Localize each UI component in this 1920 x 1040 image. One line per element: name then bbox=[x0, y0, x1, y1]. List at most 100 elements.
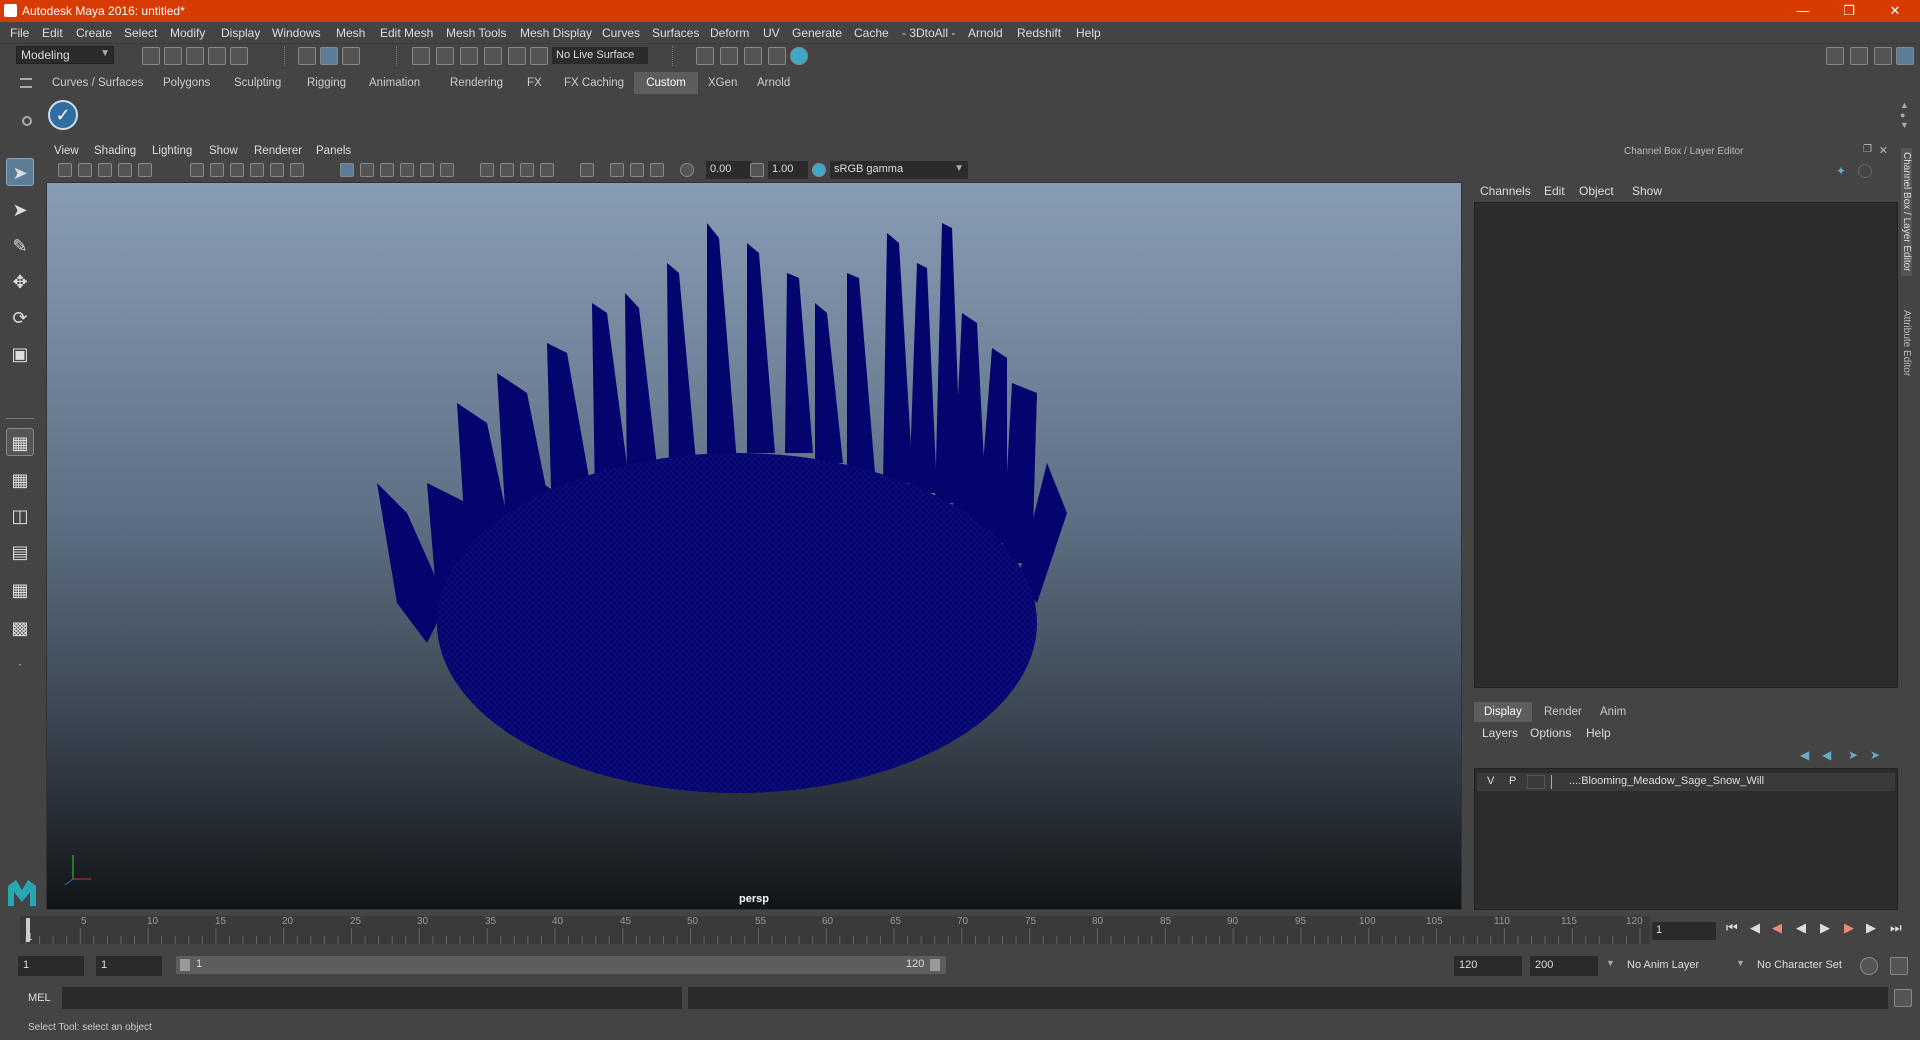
vp-menu-lighting[interactable]: Lighting bbox=[152, 145, 192, 157]
menu-edit-mesh[interactable]: Edit Mesh bbox=[380, 26, 433, 40]
image-plane-icon[interactable] bbox=[98, 163, 112, 177]
save-scene-icon[interactable] bbox=[186, 47, 204, 65]
layer-name[interactable]: ...:Blooming_Meadow_Sage_Snow_Will bbox=[1569, 775, 1764, 787]
layer-display-type[interactable] bbox=[1527, 775, 1545, 789]
tab-rigging[interactable]: Rigging bbox=[299, 72, 354, 94]
open-scene-icon[interactable] bbox=[164, 47, 182, 65]
menu-curves[interactable]: Curves bbox=[602, 26, 640, 40]
tab-curves-surfaces[interactable]: Curves / Surfaces bbox=[44, 72, 151, 94]
tab-animation[interactable]: Animation bbox=[361, 72, 428, 94]
camera-bookmark-icon[interactable] bbox=[78, 163, 92, 177]
range-slider[interactable]: 1 120 bbox=[176, 956, 946, 974]
step-forward-frame-icon[interactable]: ▶ bbox=[1844, 920, 1854, 936]
tab-polygons[interactable]: Polygons bbox=[155, 72, 218, 94]
two-view-icon[interactable]: ◫ bbox=[6, 502, 34, 530]
hypershade-icon[interactable] bbox=[790, 47, 808, 65]
gamma-field[interactable]: 1.00 bbox=[768, 161, 808, 179]
playback-start-field[interactable]: 1 bbox=[96, 956, 162, 976]
ipr-render-icon[interactable] bbox=[744, 47, 762, 65]
menu-generate[interactable]: Generate bbox=[792, 26, 842, 40]
exposure-field[interactable]: 0.00 bbox=[706, 161, 752, 179]
field-chart-icon[interactable] bbox=[270, 163, 284, 177]
cb-menu-channels[interactable]: Channels bbox=[1480, 184, 1531, 198]
view-transform-icon[interactable] bbox=[812, 163, 826, 177]
tab-xgen[interactable]: XGen bbox=[700, 72, 745, 94]
playback-end-field[interactable]: 120 bbox=[1454, 956, 1522, 976]
chevron-down-icon[interactable]: ▼ bbox=[1736, 958, 1745, 968]
xray-active-icon[interactable] bbox=[630, 163, 644, 177]
undo-icon[interactable] bbox=[208, 47, 226, 65]
command-language-label[interactable]: MEL bbox=[28, 992, 51, 1004]
modeling-toolkit-icon[interactable] bbox=[1826, 47, 1844, 65]
xray-icon[interactable] bbox=[610, 163, 624, 177]
snap-view-plane-icon[interactable] bbox=[484, 47, 502, 65]
select-by-object-icon[interactable] bbox=[320, 47, 338, 65]
redo-icon[interactable] bbox=[230, 47, 248, 65]
select-by-component-icon[interactable] bbox=[342, 47, 360, 65]
restore-icon[interactable]: ❐ bbox=[1826, 0, 1872, 22]
menu-file[interactable]: File bbox=[10, 26, 29, 40]
cb-menu-object[interactable]: Object bbox=[1579, 184, 1614, 198]
shelf-menu-icon[interactable] bbox=[20, 78, 32, 88]
lasso-tool-icon[interactable]: ➤ bbox=[6, 196, 34, 224]
menu-cache[interactable]: Cache bbox=[854, 26, 889, 40]
checkmark-icon[interactable]: ✓ bbox=[48, 100, 78, 130]
layer-row[interactable]: V P ...:Blooming_Meadow_Sage_Snow_Will bbox=[1477, 773, 1895, 791]
range-end-handle[interactable] bbox=[930, 959, 940, 971]
more-layouts-icon[interactable]: · bbox=[6, 650, 34, 678]
single-view-icon[interactable]: ▦ bbox=[6, 428, 34, 456]
side-tab-attribute-editor[interactable]: Attribute Editor bbox=[1901, 310, 1912, 376]
vp-menu-renderer[interactable]: Renderer bbox=[254, 145, 302, 157]
persp-outliner-icon[interactable]: ▤ bbox=[6, 538, 34, 566]
menu-redshift[interactable]: Redshift bbox=[1017, 26, 1061, 40]
xray-joints-icon[interactable] bbox=[650, 163, 664, 177]
menu-display[interactable]: Display bbox=[221, 26, 260, 40]
menu-mesh[interactable]: Mesh bbox=[336, 26, 365, 40]
2d-pan-zoom-icon[interactable] bbox=[118, 163, 132, 177]
exposure-icon[interactable] bbox=[680, 163, 694, 177]
menu-select[interactable]: Select bbox=[124, 26, 157, 40]
script-editor-icon[interactable] bbox=[1894, 989, 1912, 1007]
use-default-material-icon[interactable] bbox=[380, 163, 394, 177]
plant-wireframe-model[interactable] bbox=[47, 183, 1462, 910]
pin-icon[interactable]: ✦ bbox=[1836, 164, 1850, 178]
vp-menu-view[interactable]: View bbox=[54, 145, 79, 157]
play-backwards-icon[interactable]: ◀ bbox=[1796, 920, 1806, 936]
tab-custom[interactable]: Custom bbox=[634, 72, 698, 94]
channel-box-icon[interactable] bbox=[1896, 47, 1914, 65]
le-menu-options[interactable]: Options bbox=[1530, 726, 1571, 740]
tab-arnold[interactable]: Arnold bbox=[749, 72, 798, 94]
menu-mesh-tools[interactable]: Mesh Tools bbox=[446, 26, 506, 40]
chevron-down-icon[interactable]: ▼ bbox=[1606, 958, 1615, 968]
menu-arnold[interactable]: Arnold bbox=[968, 26, 1003, 40]
play-forwards-icon[interactable]: ▶ bbox=[1820, 920, 1830, 936]
tab-fx-caching[interactable]: FX Caching bbox=[556, 72, 632, 94]
current-frame-field[interactable]: 1 bbox=[1652, 922, 1716, 940]
anim-layer-dropdown[interactable]: No Anim Layer bbox=[1622, 956, 1740, 976]
tab-display[interactable]: Display bbox=[1474, 702, 1532, 722]
rotate-tool-icon[interactable]: ⟳ bbox=[6, 304, 34, 332]
shadows-icon[interactable] bbox=[480, 163, 494, 177]
scale-tool-icon[interactable]: ▣ bbox=[6, 340, 34, 368]
go-to-end-icon[interactable]: ⏭ bbox=[1890, 920, 1902, 936]
gate-mask-icon[interactable] bbox=[250, 163, 264, 177]
menu-mesh-display[interactable]: Mesh Display bbox=[520, 26, 592, 40]
step-forward-key-icon[interactable]: ▶ bbox=[1866, 920, 1876, 936]
le-menu-help[interactable]: Help bbox=[1586, 726, 1611, 740]
vp-menu-shading[interactable]: Shading bbox=[94, 145, 136, 157]
step-back-key-icon[interactable]: ◀ bbox=[1750, 920, 1760, 936]
four-view-icon[interactable]: ▦ bbox=[6, 466, 34, 494]
layer-visibility-toggle[interactable]: V bbox=[1487, 775, 1494, 787]
menu-deform[interactable]: Deform bbox=[710, 26, 749, 40]
minimize-icon[interactable]: — bbox=[1780, 0, 1826, 22]
auto-key-icon[interactable] bbox=[1860, 957, 1878, 975]
resolution-gate-icon[interactable] bbox=[230, 163, 244, 177]
tab-rendering[interactable]: Rendering bbox=[442, 72, 511, 94]
persp-hypershade-icon[interactable]: ▩ bbox=[6, 614, 34, 642]
tab-sculpting[interactable]: Sculpting bbox=[226, 72, 289, 94]
paint-select-icon[interactable]: ✎ bbox=[6, 232, 34, 260]
layer-playback-toggle[interactable]: P bbox=[1509, 775, 1516, 787]
ambient-occlusion-icon[interactable] bbox=[500, 163, 514, 177]
colorspace-dropdown[interactable]: sRGB gamma ▼ bbox=[830, 161, 968, 179]
tab-fx[interactable]: FX bbox=[519, 72, 550, 94]
